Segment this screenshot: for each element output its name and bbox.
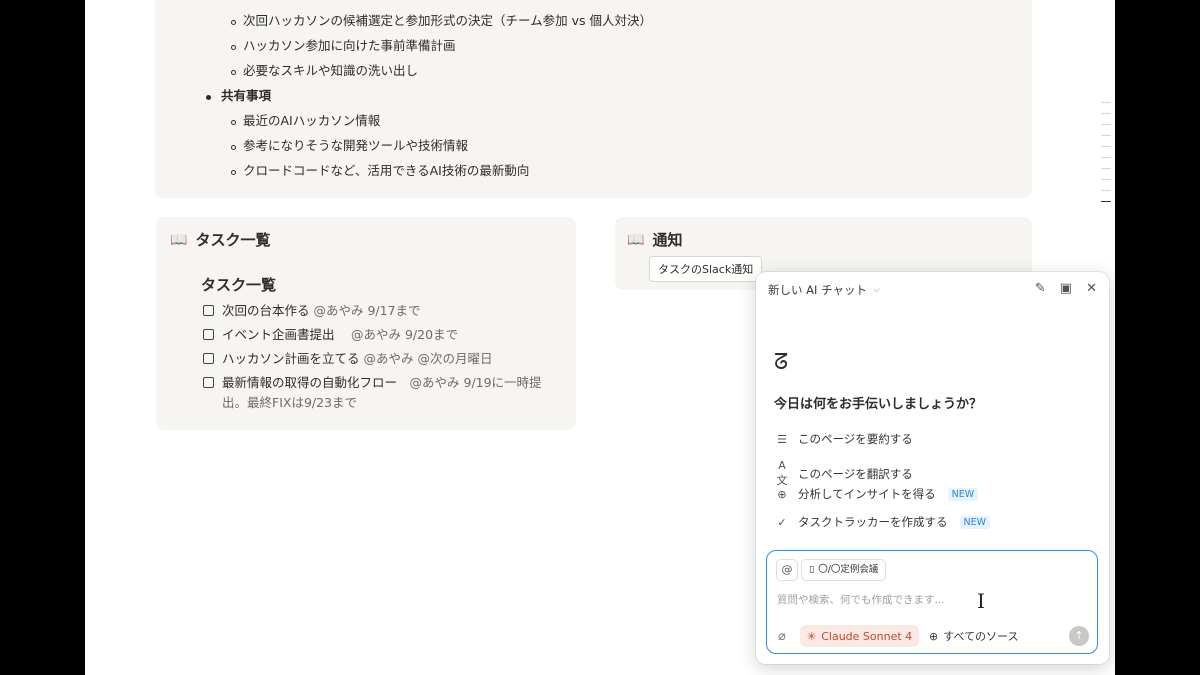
- suggestion-label: このページを翻訳する: [798, 466, 913, 481]
- send-button[interactable]: ↑: [1069, 626, 1089, 646]
- agenda-item: 次回ハッカソンの候補選定と参加形式の決定（チーム参加 vs 個人対決）: [243, 13, 652, 28]
- translate-icon: A文: [776, 459, 788, 487]
- suggestion-analyze[interactable]: ⊕ 分析してインサイトを得る NEW: [774, 486, 979, 502]
- toc-line-active[interactable]: [1101, 201, 1111, 202]
- context-page-name: 〇/〇定例会議: [818, 564, 879, 575]
- new-badge: NEW: [959, 515, 991, 529]
- task-row: 次回の台本作る @あやみ 9/17まで: [203, 301, 542, 321]
- slack-notify-button[interactable]: タスクのSlack通知: [649, 256, 763, 282]
- chevron-down-icon: ⌵: [872, 285, 880, 295]
- toc-line[interactable]: [1101, 190, 1111, 191]
- toc-line[interactable]: [1101, 135, 1111, 136]
- agenda-item: ハッカソン参加に向けた事前準備計画: [243, 38, 456, 53]
- toc-line[interactable]: [1101, 157, 1111, 158]
- agenda-item: 必要なスキルや知識の洗い出し: [243, 63, 419, 78]
- bullet-ring: [231, 70, 236, 75]
- sources-label: すべてのソース: [943, 630, 1019, 643]
- check-circle-icon: ✓: [777, 515, 787, 529]
- model-selector[interactable]: ✳ Claude Sonnet 4: [800, 625, 920, 647]
- toc-line[interactable]: [1101, 124, 1111, 125]
- task-mention[interactable]: @あやみ 9/17まで: [314, 303, 421, 318]
- chat-input-placeholder[interactable]: 質問や検索、何でも作成できます...: [777, 592, 945, 607]
- ai-header-actions: ✎ ▣ ✕: [1035, 281, 1097, 296]
- table-of-contents-rail[interactable]: [1101, 102, 1115, 212]
- agenda-item: クロードコードなど、活用できるAI技術の最新動向: [243, 163, 530, 178]
- task-card-title: タスク一覧: [195, 231, 271, 249]
- task-text[interactable]: イベント企画書提出: [222, 327, 335, 342]
- toc-line[interactable]: [1101, 179, 1111, 180]
- paperclip-icon[interactable]: ⌀: [778, 629, 786, 644]
- ai-greeting: 今日は何をお手伝いしましょうか？: [774, 397, 983, 412]
- bullet-ring: [231, 20, 236, 25]
- task-text[interactable]: 次回の台本作る: [222, 303, 310, 318]
- bullet-ring: [231, 120, 236, 125]
- bullet-ring: [231, 170, 236, 175]
- ai-chat-title-dropdown[interactable]: 新しい AI チャット ⌵: [768, 282, 880, 298]
- task-checkbox[interactable]: [203, 329, 214, 340]
- task-card: 📖 タスク一覧 タスク一覧 次回の台本作る @あやみ 9/17まで イベント企画…: [156, 217, 576, 430]
- bullet-ring: [231, 145, 236, 150]
- task-row: イベント企画書提出 @あやみ 9/20まで: [203, 325, 542, 345]
- new-chat-icon[interactable]: ✎: [1035, 281, 1046, 296]
- bullet-ring: [231, 45, 236, 50]
- task-checkbox[interactable]: [203, 305, 214, 316]
- shared-heading: 共有事項: [221, 88, 272, 103]
- agenda-item: 最近のAIハッカソン情報: [243, 113, 381, 128]
- task-list-heading: タスク一覧: [201, 276, 277, 294]
- page-icon: ▯: [809, 564, 815, 575]
- book-icon: 📖: [627, 231, 645, 248]
- task-card-header: 📖 タスク一覧: [170, 229, 270, 250]
- ai-face-icon: ᘔ: [774, 350, 789, 375]
- notify-card-header: 📖 通知: [627, 229, 682, 250]
- new-badge: NEW: [947, 487, 979, 501]
- mention-button[interactable]: @: [776, 559, 798, 581]
- close-icon[interactable]: ✕: [1086, 281, 1097, 296]
- toc-line[interactable]: [1101, 168, 1111, 169]
- task-mention[interactable]: @あやみ @次の月曜日: [364, 351, 493, 366]
- task-checkbox[interactable]: [203, 377, 214, 388]
- suggestion-translate[interactable]: A文 このページを翻訳する: [774, 459, 913, 488]
- ai-chat-title: 新しい AI チャット: [768, 283, 867, 297]
- agenda-item: 参考になりそうな開発ツールや技術情報: [243, 138, 469, 153]
- sources-selector[interactable]: ⊕ すべてのソース: [929, 625, 1018, 647]
- ai-chat-panel: 新しい AI チャット ⌵ ✎ ▣ ✕ ᘔ 今日は何をお手伝いしましょうか？ ☰…: [756, 272, 1109, 664]
- task-text[interactable]: ハッカソン計画を立てる: [222, 351, 360, 366]
- toc-line[interactable]: [1101, 146, 1111, 147]
- suggestion-label: 分析してインサイトを得る: [798, 487, 936, 501]
- text-cursor-icon: I: [977, 589, 985, 613]
- suggestion-summarize[interactable]: ☰ このページを要約する: [774, 431, 913, 447]
- globe-icon: ⊕: [929, 629, 939, 643]
- context-page-chip[interactable]: ▯ 〇/〇定例会議: [801, 559, 887, 581]
- suggestion-label: このページを要約する: [798, 432, 913, 446]
- chat-composer[interactable]: @ ▯ 〇/〇定例会議 質問や検索、何でも作成できます... I ⌀ ✳ Cla…: [766, 550, 1098, 654]
- claude-spark-icon: ✳: [807, 629, 817, 643]
- task-row: ハッカソン計画を立てる @あやみ @次の月曜日: [203, 349, 542, 369]
- task-row: 最新情報の取得の自動化フロー @あやみ 9/19に一時提出。最終FIXは9/23…: [203, 373, 542, 413]
- toc-line[interactable]: [1101, 113, 1111, 114]
- suggestion-tracker[interactable]: ✓ タスクトラッカーを作成する NEW: [774, 514, 991, 530]
- task-mention[interactable]: @あやみ 9/20まで: [339, 327, 458, 342]
- suggestion-label: タスクトラッカーを作成する: [798, 515, 948, 529]
- toc-line[interactable]: [1101, 102, 1111, 103]
- notify-card-title: 通知: [652, 231, 683, 249]
- task-checkbox[interactable]: [203, 353, 214, 364]
- meeting-agenda-block: 次回ハッカソンの候補選定と参加形式の決定（チーム参加 vs 個人対決） ハッカソ…: [155, 0, 1032, 198]
- model-name: Claude Sonnet 4: [821, 629, 913, 643]
- task-text[interactable]: 最新情報の取得の自動化フロー: [222, 375, 397, 390]
- book-icon: 📖: [170, 231, 188, 248]
- bullet-dot: [206, 95, 211, 100]
- lines-icon: ☰: [777, 432, 787, 446]
- zoom-plus-icon: ⊕: [777, 487, 787, 501]
- window-mode-icon[interactable]: ▣: [1060, 281, 1072, 296]
